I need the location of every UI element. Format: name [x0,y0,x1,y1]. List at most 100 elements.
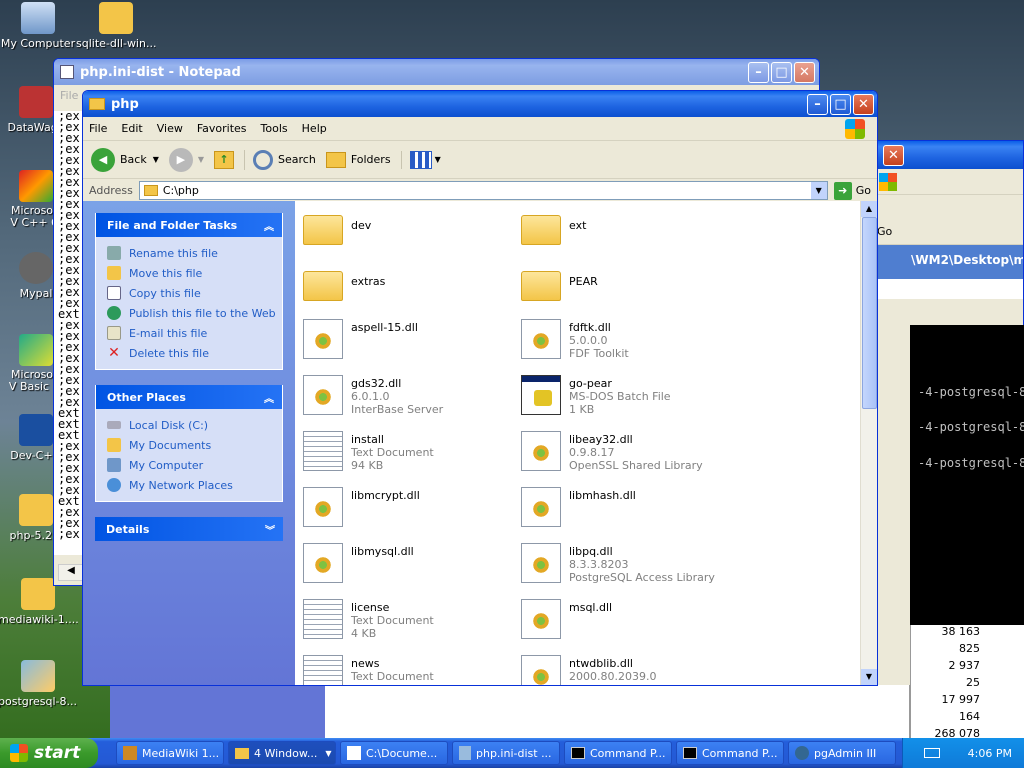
taskbar-button-pgadmin[interactable]: pgAdmin III [788,741,896,765]
explorer-titlebar[interactable]: php – □ ✕ [83,91,877,117]
task-header-file-folder[interactable]: File and Folder Tasks ︽ [96,213,282,237]
pgadmin-window[interactable]: 38 163 825 2 937 25 17 997 164 268 078 [910,625,1024,740]
desktop-icon-postgresql[interactable]: postgresql-8.... [0,660,78,708]
file-item[interactable]: ext [521,203,731,255]
file-item[interactable]: dev [303,203,513,255]
menu-tools[interactable]: Tools [261,122,288,135]
back-button[interactable]: ◀ Back ▼ [91,147,159,172]
close-button[interactable]: ✕ [853,94,874,115]
taskbar-button-windows-group[interactable]: 4 Window... ▼ [228,741,336,765]
file-item[interactable]: libeay32.dll 0.9.8.17 OpenSSL Shared Libra… [521,427,731,479]
email-icon [107,326,121,340]
window-title: php [111,96,139,112]
task-email[interactable]: E-mail this file [107,323,282,343]
close-button[interactable]: ✕ [883,145,904,166]
notepad-titlebar[interactable]: php.ini-dist - Notepad – □ ✕ [54,59,819,85]
expand-chevron-icon[interactable]: ︾ [265,522,275,537]
command-prompt-window[interactable]: -4-postgresql-8 -4-postgresql-8 -4-postg… [910,325,1024,625]
go-button[interactable]: Go [856,184,871,197]
background-menubar [861,169,1023,195]
file-item[interactable]: license Text Document 4 KB [303,595,513,647]
collapse-chevron-icon[interactable]: ︽ [264,390,274,405]
file-item[interactable]: libmysql.dll [303,539,513,591]
task-copy[interactable]: Copy this file [107,283,282,303]
taskbar-button-mediawiki[interactable]: MediaWiki 1... [116,741,224,765]
file-item[interactable]: PEAR [521,259,731,311]
place-local-disk[interactable]: Local Disk (C:) [107,415,282,435]
file-text: news Text Document [351,651,434,683]
disk-icon [107,421,121,429]
file-item[interactable]: libpq.dll 8.3.3.8203 PostgreSQL Access Lib… [521,539,731,591]
task-header-other-places[interactable]: Other Places ︽ [96,385,282,409]
up-folder-button[interactable]: ↑ [214,150,235,169]
dll-file-icon [521,487,561,527]
file-item[interactable]: ntwdblib.dll 2000.80.2039.0 [521,651,731,685]
taskbar-button-7zip[interactable]: C:\Docume... [340,741,448,765]
dll-file-icon [521,599,561,639]
task-header-details[interactable]: Details ︾ [95,517,283,541]
rename-icon [107,246,121,260]
close-button[interactable]: ✕ [794,62,815,83]
menu-view[interactable]: View [157,122,183,135]
minimize-button[interactable]: – [807,94,828,115]
start-button[interactable]: start [0,738,98,768]
taskbar-label: Command P... [702,746,778,760]
views-button[interactable]: ▼ [400,150,441,169]
file-item[interactable]: news Text Document [303,651,513,685]
minimize-button[interactable]: – [748,62,769,83]
maximize-button[interactable]: □ [830,94,851,115]
forward-button[interactable]: ▶ ▼ [168,147,204,172]
go-arrow-icon[interactable]: ➜ [833,181,852,200]
file-item[interactable]: libmhash.dll [521,483,731,535]
clock[interactable]: 4:06 PM [968,747,1012,760]
menu-edit[interactable]: Edit [121,122,142,135]
desktop-icon-sqlite[interactable]: sqlite-dll-win... [76,2,156,50]
task-publish[interactable]: Publish this file to the Web [107,303,282,323]
task-delete[interactable]: ✕ Delete this file [107,343,282,363]
file-item[interactable]: gds32.dll 6.0.1.0 InterBase Server [303,371,513,423]
file-detail: InterBase Server [351,403,444,416]
file-item[interactable]: install Text Document 94 KB [303,427,513,479]
search-button[interactable]: Search [244,149,316,170]
folders-button[interactable]: Folders [325,151,391,168]
taskbar-button-cmd-2[interactable]: Command P... [676,741,784,765]
taskbar-button-cmd-1[interactable]: Command P... [564,741,672,765]
file-item[interactable]: fdftk.dll 5.0.0.0 FDF Toolkit [521,315,731,367]
task-move[interactable]: Move this file [107,263,282,283]
taskbar-button-notepad[interactable]: php.ini-dist ... [452,741,560,765]
file-name: news [351,657,380,670]
file-item[interactable]: aspell-15.dll [303,315,513,367]
file-name: go-pear [569,377,612,390]
desktop-icon-my-computer[interactable]: My Computer [0,2,78,50]
scroll-down-arrow[interactable]: ▼ [861,669,877,685]
file-item[interactable]: extras [303,259,513,311]
background-window-titlebar[interactable]: ✕ [861,141,1023,169]
go-button[interactable]: Go [877,225,892,238]
file-item[interactable]: msql.dll [521,595,731,647]
keyboard-icon[interactable] [923,748,940,758]
menu-file[interactable]: File [89,122,107,135]
task-rename[interactable]: Rename this file [107,243,282,263]
toolbar: ◀ Back ▼ ▶ ▼ ↑ Search Folders ▼ [83,141,877,179]
move-icon [107,266,121,280]
vertical-scrollbar[interactable]: ▲ ▼ [860,201,877,685]
chevron-down-icon[interactable]: ▼ [810,182,827,199]
address-input[interactable]: C:\php ▼ [138,181,828,200]
notepad-hscroll[interactable]: ◀ [58,564,84,581]
explorer-window[interactable]: php – □ ✕ File Edit View Favorites Tools… [82,90,878,686]
place-my-documents[interactable]: My Documents [107,435,282,455]
delete-x-icon: ✕ [108,345,120,361]
scroll-thumb[interactable] [862,217,877,409]
file-item[interactable]: libmcrypt.dll [303,483,513,535]
scroll-up-arrow[interactable]: ▲ [861,201,877,217]
cmd-icon [571,747,585,759]
menu-help[interactable]: Help [302,122,327,135]
menu-favorites[interactable]: Favorites [197,122,247,135]
maximize-button[interactable]: □ [771,62,792,83]
collapse-chevron-icon[interactable]: ︽ [264,218,274,233]
file-item[interactable]: go-pear MS-DOS Batch File 1 KB [521,371,731,423]
notepad-text-area[interactable]: ;ex ;ex ;ex ;ex ;ex ;ex ;ex ;ex ;ex ;ex ;ex ;ex ;ex;… [54,110,82,555]
notepad-menu-file[interactable]: File [60,89,78,102]
place-network[interactable]: My Network Places [107,475,282,495]
place-my-computer[interactable]: My Computer [107,455,282,475]
